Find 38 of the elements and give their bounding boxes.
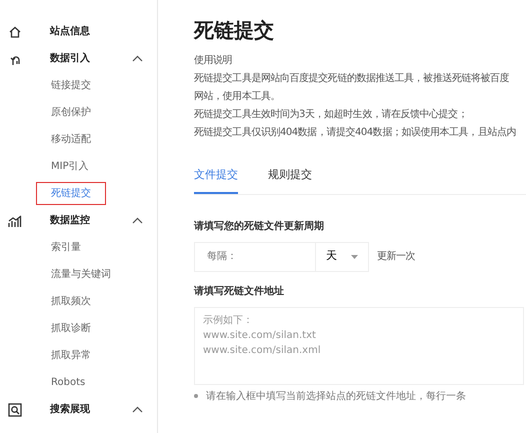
sidebar-item[interactable]: 原创保护 [36,101,106,124]
sidebar-group-label[interactable]: 搜索展现 [50,402,90,417]
unit-dropdown[interactable]: 天 [316,242,369,272]
sidebar-item[interactable]: 死链提交 [36,182,106,205]
sidebar-item[interactable]: 索引量 [36,236,96,259]
page-title: 死链提交 [194,18,275,42]
search-icon [8,402,22,416]
usage-text: 死链提交工具是网站向百度提交死链的数据推送工具，被推送死链将被百度 [194,72,510,86]
sidebar-item[interactable]: MIP引入 [36,155,104,178]
sidebar-item[interactable]: Robots [36,371,100,394]
chevron-up-icon[interactable] [132,406,143,413]
bullet-icon [194,394,198,398]
sidebar-group-label[interactable]: 站点信息 [50,24,90,39]
usage-heading: 使用说明 [194,54,234,68]
sidebar-group-label[interactable]: 数据监控 [50,213,90,228]
usage-text: 死链提交工具生效时间为3天，如超时生效，请在反馈中心提交； [194,108,468,122]
sidebar-item[interactable]: 抓取诊断 [36,317,106,340]
sidebar-group-label[interactable]: 数据引入 [50,51,90,66]
sidebar-item[interactable]: 抓取频次 [36,290,106,313]
field-label: 请填写您的死链文件更新周期 [194,219,325,234]
chart-icon [8,214,22,228]
sidebar-item[interactable]: 移动适配 [36,128,106,151]
chevron-up-icon[interactable] [132,55,143,62]
chevron-up-icon[interactable] [132,217,143,224]
home-icon [8,24,22,38]
sidebar-item[interactable]: 链接提交 [36,74,106,97]
interval-field[interactable]: 每隔： [194,242,316,272]
caret-icon [351,254,358,258]
field-label: 请填写死链文件地址 [194,284,285,298]
sidebar-item[interactable]: 抓取异常 [36,344,106,367]
suffix-text: 更新一次 [377,250,416,264]
usage-text: 死链提交工具仅识别404数据，请提交404数据；如误使用本工具，且站点内 [194,126,517,140]
tab[interactable]: 规则提交 [268,164,312,194]
address-field[interactable]: 示例如下： www.site.com/silan.txt www.site.com/silan.xml [194,306,524,384]
sidebar-item[interactable]: 流量与关键词 [36,263,126,286]
hint-text: 请在输入框中填写当前选择站点的死链文件地址，每行一条 [206,390,466,404]
usage-text: 网站，使用本工具。 [194,90,281,104]
tab[interactable]: 文件提交 [194,164,238,194]
